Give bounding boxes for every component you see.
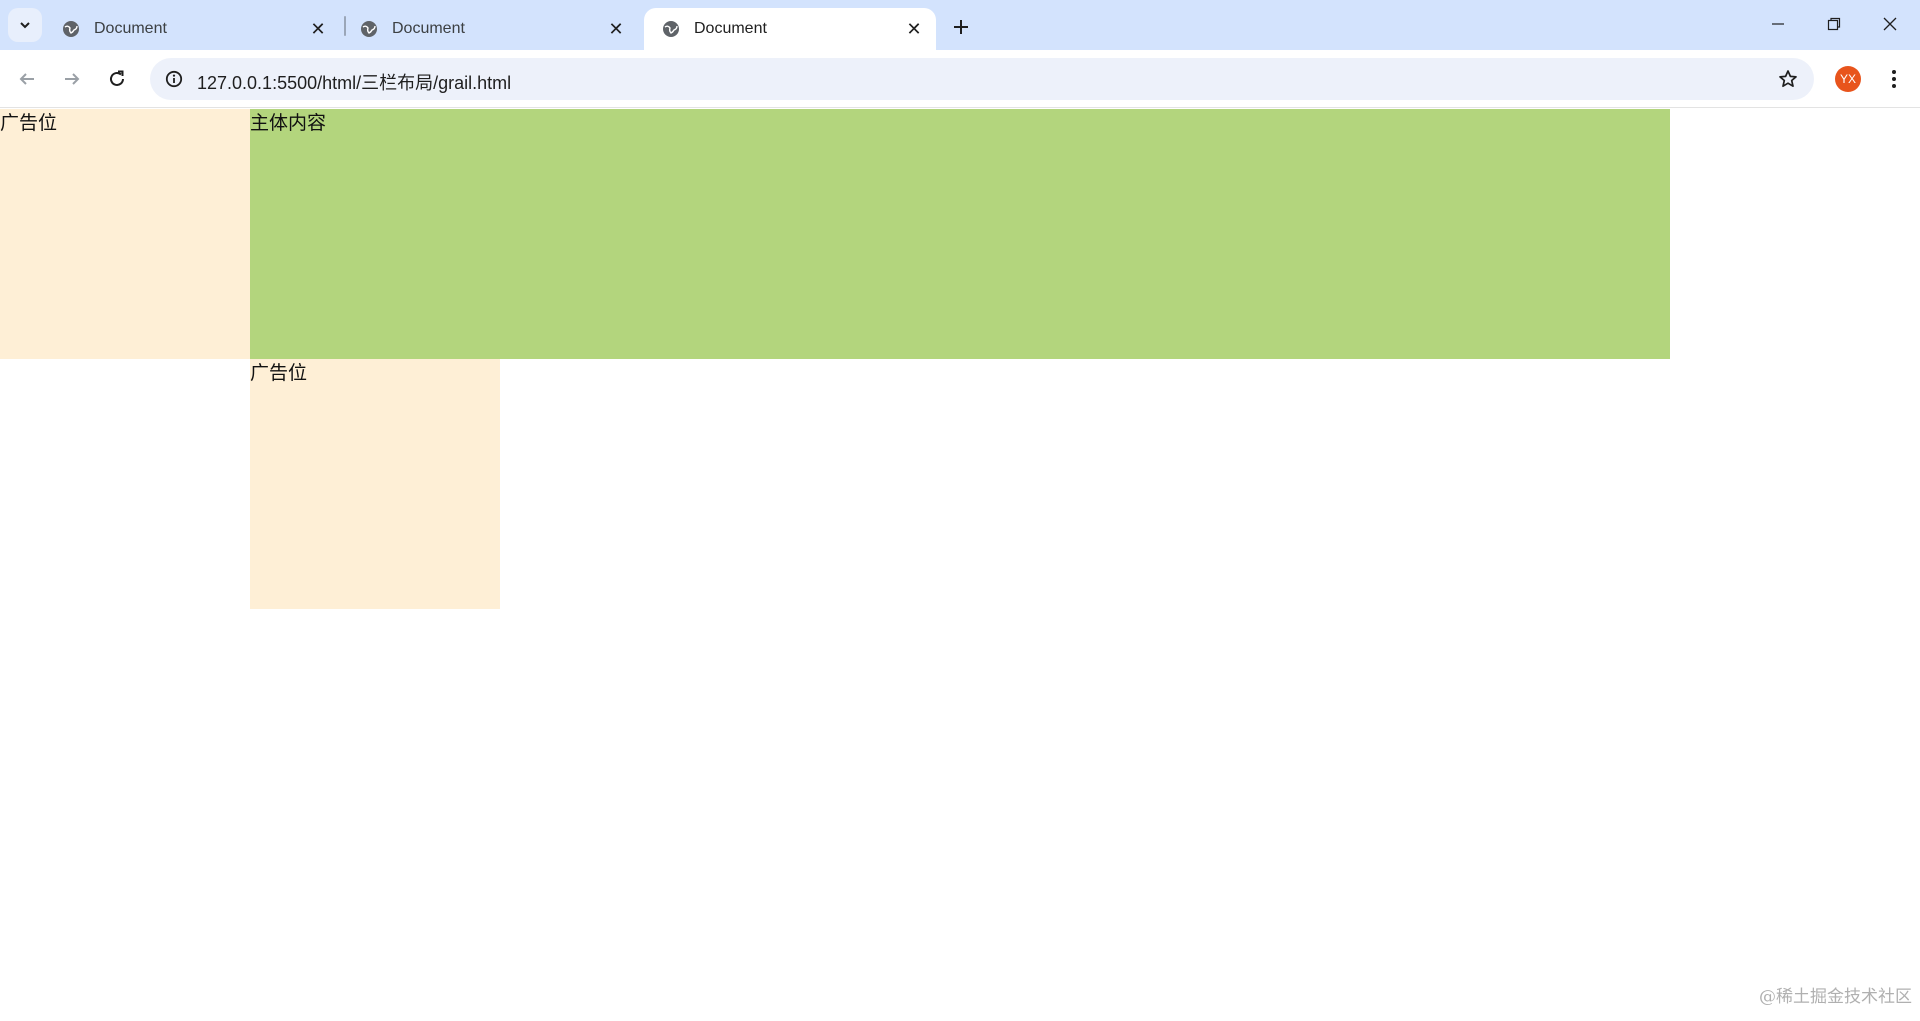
forward-button[interactable] xyxy=(55,62,89,96)
reload-button[interactable] xyxy=(100,62,134,96)
right-ad-box: 广告位 xyxy=(250,359,500,609)
chevron-down-icon xyxy=(20,22,30,29)
globe-icon xyxy=(361,21,377,37)
restore-button[interactable] xyxy=(1806,0,1862,48)
browser-toolbar: 127.0.0.1:5500/html/三栏布局/grail.html YX xyxy=(0,50,1920,108)
restore-icon xyxy=(1827,17,1841,31)
globe-icon xyxy=(663,21,679,37)
tab-strip: Document ✕ Document ✕ Document ✕ xyxy=(0,0,1920,50)
url-text[interactable]: 127.0.0.1:5500/html/三栏布局/grail.html xyxy=(197,69,511,95)
watermark: @稀土掘金技术社区 xyxy=(1759,987,1912,1007)
close-tab-icon[interactable]: ✕ xyxy=(306,17,330,41)
browser-menu-button[interactable] xyxy=(1880,64,1908,94)
left-ad-label: 广告位 xyxy=(0,112,58,134)
tab-title: Document xyxy=(94,20,167,37)
back-button[interactable] xyxy=(10,62,44,96)
avatar-initials: YX xyxy=(1839,72,1856,86)
tab-title: Document xyxy=(694,20,767,37)
reload-icon xyxy=(110,70,124,86)
tab-3-active[interactable]: Document ✕ xyxy=(644,8,936,50)
close-icon xyxy=(1883,17,1897,31)
star-icon xyxy=(1779,70,1797,88)
minimize-icon xyxy=(1772,23,1784,25)
info-icon xyxy=(165,70,183,88)
new-tab-button[interactable] xyxy=(946,12,976,42)
tab-title: Document xyxy=(392,20,465,37)
left-ad-box: 广告位 xyxy=(0,109,250,359)
close-tab-icon[interactable]: ✕ xyxy=(902,17,926,41)
plus-icon xyxy=(954,20,968,34)
globe-icon xyxy=(63,21,79,37)
arrow-right-icon xyxy=(65,73,80,85)
close-tab-icon[interactable]: ✕ xyxy=(604,17,628,41)
arrow-left-icon xyxy=(19,73,34,85)
tab-search-button[interactable] xyxy=(8,8,42,42)
page-viewport: 广告位 主体内容 广告位 xyxy=(0,109,1920,1021)
main-content-label: 主体内容 xyxy=(250,112,327,134)
tab-1[interactable]: Document ✕ xyxy=(44,8,340,50)
close-window-button[interactable] xyxy=(1862,0,1918,48)
right-ad-label: 广告位 xyxy=(250,362,308,384)
tab-2[interactable]: Document ✕ xyxy=(342,8,638,50)
minimize-button[interactable] xyxy=(1750,0,1806,48)
profile-avatar[interactable]: YX xyxy=(1835,66,1861,92)
more-vertical-icon xyxy=(1892,70,1896,88)
bookmark-button[interactable] xyxy=(1776,67,1800,91)
site-info-button[interactable] xyxy=(160,65,188,93)
address-bar[interactable]: 127.0.0.1:5500/html/三栏布局/grail.html xyxy=(150,58,1814,100)
main-content-box: 主体内容 xyxy=(250,109,1670,359)
